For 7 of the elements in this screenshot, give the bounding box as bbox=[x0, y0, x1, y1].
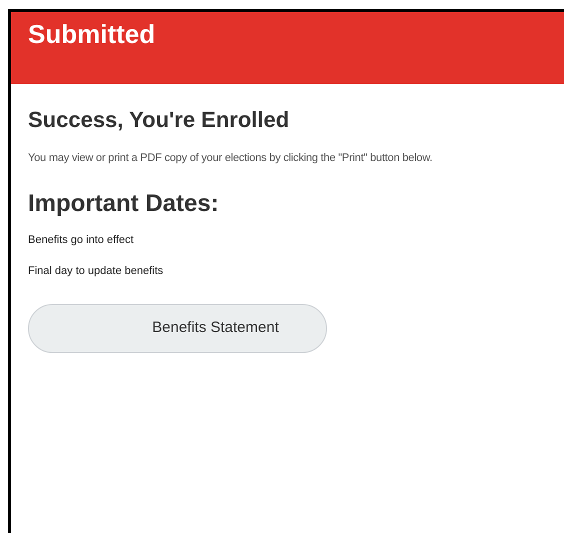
page-title: Submitted bbox=[28, 19, 156, 49]
benefits-statement-button[interactable]: Benefits Statement bbox=[28, 304, 327, 352]
date-label: Benefits go into effect bbox=[28, 232, 135, 246]
date-label: Final day to update benefits bbox=[28, 264, 164, 278]
dates-heading: Important Dates: bbox=[28, 188, 219, 218]
instruction-text: You may view or print a PDF copy of your elections by clicking the "Print" button below. bbox=[28, 151, 432, 166]
success-heading: Success, You're Enrolled bbox=[28, 106, 290, 134]
